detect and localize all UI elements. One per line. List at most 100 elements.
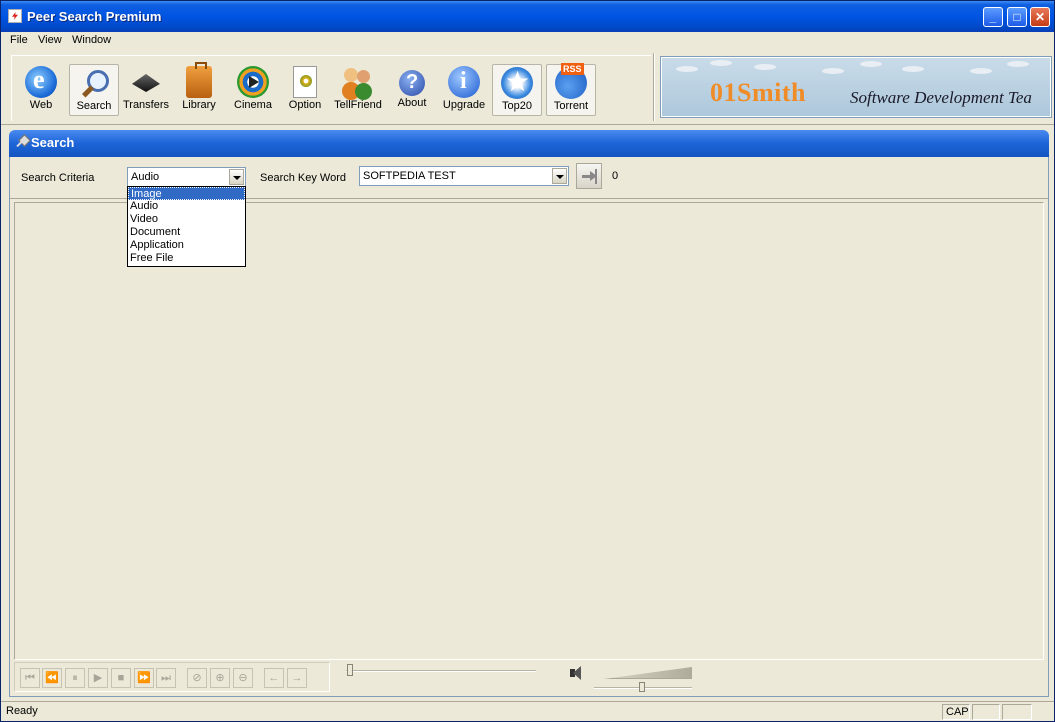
- maximize-button[interactable]: □: [1007, 7, 1027, 27]
- toolbar-separator: [653, 53, 655, 121]
- search-icon: [78, 67, 110, 99]
- top20-icon: [501, 65, 533, 99]
- menu-file[interactable]: File: [10, 34, 28, 46]
- search-keyword-label: Search Key Word: [260, 172, 347, 184]
- rewind-button[interactable]: ⏪: [42, 668, 62, 688]
- banner-brand: 01Smith: [710, 78, 806, 107]
- search-results-area[interactable]: [14, 202, 1044, 660]
- chevron-down-icon[interactable]: [552, 168, 567, 184]
- toolbar-label: Top20: [502, 100, 532, 112]
- toolbar-search-button[interactable]: Search: [69, 64, 119, 116]
- app-icon[interactable]: [8, 9, 22, 23]
- pause-button[interactable]: ⏸: [65, 668, 85, 688]
- torrent-icon: [555, 63, 587, 99]
- bird-decoration: [902, 66, 924, 72]
- bird-decoration: [754, 64, 776, 70]
- web-icon: [25, 65, 57, 98]
- dropdown-option-video[interactable]: Video: [128, 213, 245, 226]
- library-icon: [186, 62, 212, 98]
- search-go-button[interactable]: [576, 163, 602, 189]
- dropdown-option-free-file[interactable]: Free File: [128, 252, 245, 265]
- status-bar: Ready CAP: [1, 701, 1054, 721]
- dropdown-option-document[interactable]: Document: [128, 226, 245, 239]
- pin-icon[interactable]: [15, 135, 29, 149]
- search-panel-header: Search: [9, 130, 1049, 157]
- search-criteria-row: Search Criteria Audio Image Audio Video …: [10, 157, 1048, 267]
- balance-slider-thumb[interactable]: [639, 682, 645, 692]
- toolbar-tellfriend-button[interactable]: TellFriend: [333, 64, 383, 116]
- skip-forward-button[interactable]: ⏭: [156, 668, 176, 688]
- close-button[interactable]: ✕: [1030, 7, 1050, 27]
- back-button[interactable]: ←: [264, 668, 284, 688]
- toolbar-upgrade-button[interactable]: Upgrade: [439, 64, 489, 116]
- play-button[interactable]: ▶: [88, 668, 108, 688]
- bird-decoration: [676, 66, 698, 72]
- tellfriend-icon: [342, 66, 374, 98]
- toolbar-label: Library: [182, 99, 216, 111]
- banner-tagline: Software Development Tea: [850, 88, 1032, 107]
- speaker-icon[interactable]: [569, 665, 585, 681]
- toolbar-label: Transfers: [122, 99, 170, 111]
- bird-decoration: [710, 60, 732, 66]
- toolbar-label: Upgrade: [442, 99, 486, 111]
- result-count: 0: [612, 170, 619, 182]
- menu-window[interactable]: Window: [72, 34, 111, 46]
- search-criteria-value: Audio: [131, 171, 160, 183]
- status-cell: [1002, 704, 1032, 720]
- zoom-out-button[interactable]: ⊖: [233, 668, 253, 688]
- chevron-down-icon[interactable]: [229, 169, 244, 185]
- forward-button[interactable]: →: [287, 668, 307, 688]
- cinema-icon: [237, 66, 269, 98]
- toolbar-option-button[interactable]: Option: [280, 64, 330, 116]
- toolbar: Web Search Transfers Library Cinema Opti…: [1, 49, 1054, 125]
- seek-slider-thumb[interactable]: [347, 664, 353, 676]
- stop-button[interactable]: ■: [111, 668, 131, 688]
- search-criteria-label: Search Criteria: [21, 172, 95, 184]
- toolbar-buttons: Web Search Transfers Library Cinema Opti…: [11, 55, 651, 121]
- banner-ad[interactable]: 01Smith Software Development Tea: [660, 56, 1052, 118]
- caps-lock-indicator: CAP: [942, 704, 970, 720]
- toolbar-top20-button[interactable]: Top20: [492, 64, 542, 116]
- menu-view[interactable]: View: [38, 34, 62, 46]
- bird-decoration: [822, 68, 844, 74]
- toolbar-label: TellFriend: [334, 99, 382, 111]
- toolbar-label: About: [397, 97, 427, 109]
- bird-decoration: [970, 68, 992, 74]
- seek-slider-track[interactable]: [346, 670, 536, 672]
- player-controls: ⏮ ⏪ ⏸ ▶ ■ ⏩ ⏭ ⊘ ⊕ ⊖ ← →: [14, 662, 330, 692]
- minimize-button[interactable]: _: [983, 7, 1003, 27]
- search-criteria-dropdown: Image Audio Video Document Application F…: [127, 186, 246, 267]
- toolbar-label: Option: [288, 99, 322, 111]
- status-cell: [972, 704, 1000, 720]
- volume-slider[interactable]: [604, 667, 692, 679]
- fast-forward-button[interactable]: ⏩: [134, 668, 154, 688]
- zoom-in-button[interactable]: ⊕: [210, 668, 230, 688]
- toolbar-torrent-button[interactable]: Torrent: [546, 63, 596, 116]
- title-bar[interactable]: Peer Search Premium _ □ ✕: [1, 1, 1054, 32]
- zoom-reset-button[interactable]: ⊘: [187, 668, 207, 688]
- toolbar-transfers-button[interactable]: Transfers: [121, 64, 171, 116]
- menu-bar: File View Window: [1, 32, 1054, 49]
- toolbar-label: Cinema: [234, 99, 272, 111]
- bird-decoration: [1007, 61, 1029, 67]
- search-criteria-select[interactable]: Audio: [127, 167, 246, 187]
- toolbar-cinema-button[interactable]: Cinema: [228, 64, 278, 116]
- toolbar-label: Web: [29, 99, 53, 111]
- panel-title: Search: [31, 135, 75, 150]
- window-title: Peer Search Premium: [27, 9, 162, 24]
- toolbar-library-button[interactable]: Library: [174, 62, 224, 116]
- skip-back-button[interactable]: ⏮: [20, 668, 40, 688]
- upgrade-icon: [448, 66, 480, 98]
- dropdown-option-image[interactable]: Image: [128, 187, 245, 200]
- toolbar-about-button[interactable]: About: [387, 64, 437, 116]
- dropdown-option-audio[interactable]: Audio: [128, 200, 245, 213]
- transfers-icon: [130, 66, 162, 98]
- about-icon: [399, 70, 425, 96]
- dropdown-option-application[interactable]: Application: [128, 239, 245, 252]
- toolbar-label: Search: [76, 100, 112, 112]
- status-text: Ready: [6, 705, 38, 717]
- search-keyword-input[interactable]: SOFTPEDIA TEST: [359, 166, 569, 186]
- toolbar-web-button[interactable]: Web: [16, 64, 66, 116]
- option-icon: [293, 66, 317, 98]
- bird-decoration: [860, 61, 882, 67]
